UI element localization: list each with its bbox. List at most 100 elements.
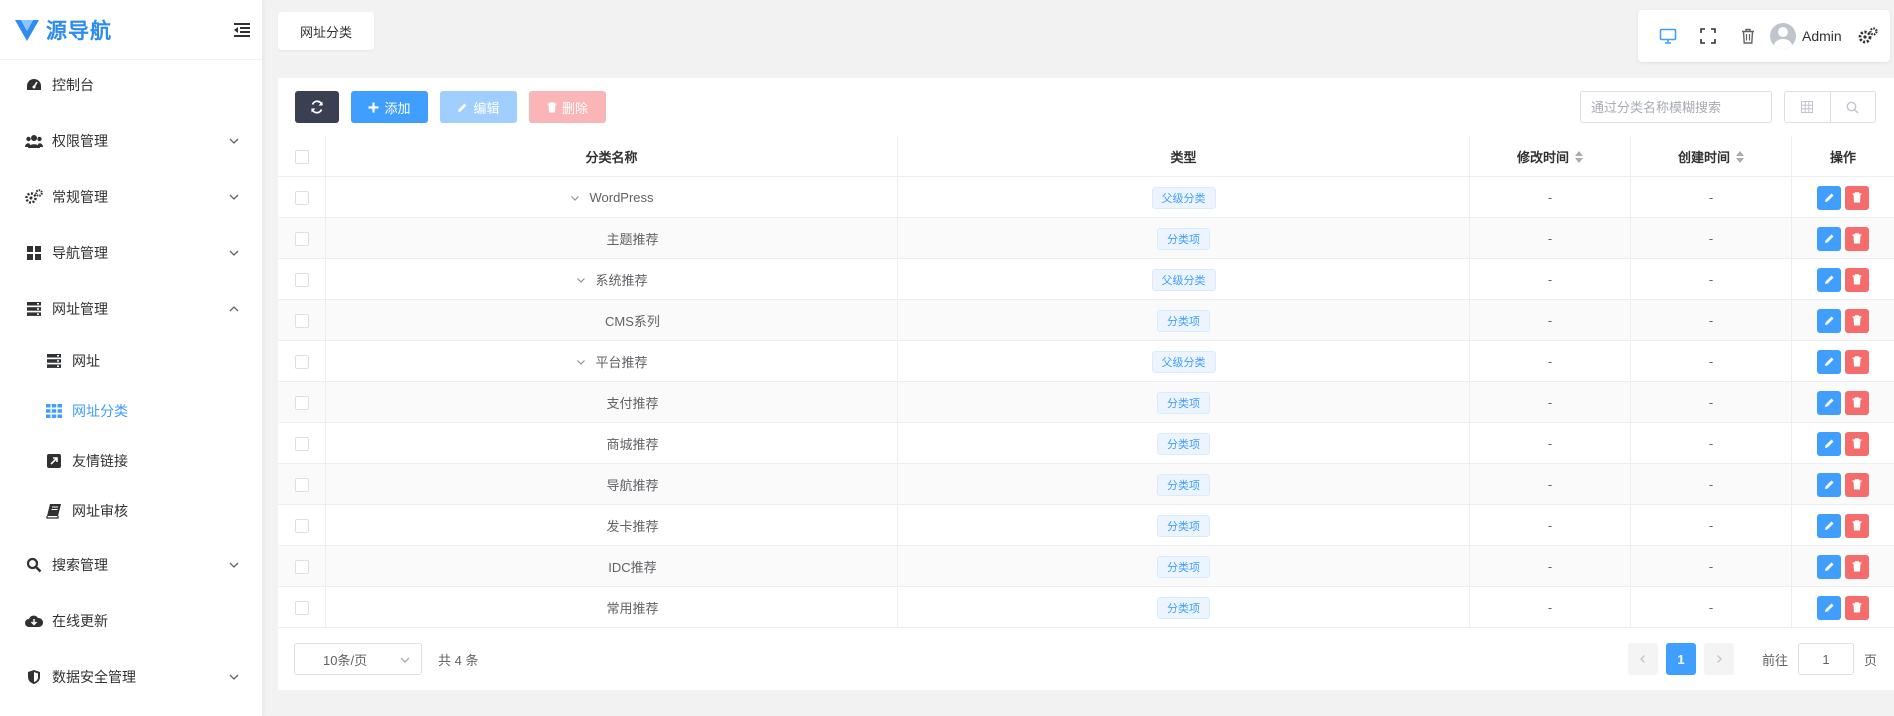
trash-icon bbox=[1852, 561, 1862, 572]
row-delete-button[interactable] bbox=[1845, 513, 1869, 538]
row-checkbox[interactable] bbox=[294, 395, 309, 410]
edit-button[interactable]: 编辑 bbox=[440, 91, 517, 123]
sidebar-item-navigation[interactable]: 导航管理 bbox=[0, 233, 262, 273]
settings-gears-icon[interactable] bbox=[1848, 16, 1888, 56]
sort-icon[interactable] bbox=[1575, 150, 1583, 163]
table-row[interactable]: 发卡推荐 分类项 - - bbox=[278, 505, 1894, 546]
search-icon bbox=[1846, 101, 1859, 113]
table-row[interactable]: 导航推荐 分类项 - - bbox=[278, 464, 1894, 505]
tab-url-categories[interactable]: 网址分类 bbox=[278, 12, 374, 50]
select-cell bbox=[278, 218, 326, 259]
row-edit-button[interactable] bbox=[1817, 595, 1841, 620]
row-delete-button[interactable] bbox=[1845, 349, 1869, 374]
goto-page-input[interactable] bbox=[1798, 643, 1854, 675]
modified-cell: - bbox=[1470, 382, 1631, 423]
category-name: 平台推荐 bbox=[595, 355, 648, 370]
sidebar-item-search-management[interactable]: 搜索管理 bbox=[0, 545, 262, 585]
table-row[interactable]: 常用推荐 分类项 - - bbox=[278, 587, 1894, 628]
chevron-left-icon bbox=[1640, 655, 1645, 663]
add-button[interactable]: 添加 bbox=[351, 91, 428, 123]
delete-button[interactable]: 删除 bbox=[529, 91, 606, 123]
chevron-down-icon[interactable] bbox=[575, 356, 587, 368]
total-count: 共 4 条 bbox=[438, 652, 479, 668]
row-checkbox[interactable] bbox=[294, 272, 309, 287]
row-delete-button[interactable] bbox=[1845, 595, 1869, 620]
select-all-checkbox[interactable] bbox=[294, 149, 309, 164]
row-checkbox[interactable] bbox=[294, 190, 309, 205]
row-checkbox[interactable] bbox=[294, 313, 309, 328]
row-checkbox[interactable] bbox=[294, 559, 309, 574]
table-row[interactable]: 商城推荐 分类项 - - bbox=[278, 423, 1894, 464]
collapse-menu-icon[interactable] bbox=[232, 20, 252, 40]
row-delete-button[interactable] bbox=[1845, 472, 1869, 497]
monitor-icon[interactable] bbox=[1648, 16, 1688, 56]
search-button[interactable] bbox=[1829, 92, 1876, 122]
sidebar-item-label: 网址管理 bbox=[52, 301, 108, 317]
type-cell: 父级分类 bbox=[898, 259, 1470, 300]
row-checkbox[interactable] bbox=[294, 354, 309, 369]
page-size-select[interactable]: 10条/页 bbox=[294, 643, 422, 675]
sidebar-item-url-management[interactable]: 网址管理 bbox=[0, 289, 262, 329]
trash-icon bbox=[1852, 438, 1862, 449]
row-checkbox[interactable] bbox=[294, 477, 309, 492]
row-checkbox[interactable] bbox=[294, 436, 309, 451]
row-checkbox[interactable] bbox=[294, 231, 309, 246]
app-logo[interactable]: 源导航 bbox=[0, 0, 262, 60]
search-input[interactable] bbox=[1580, 91, 1772, 123]
row-delete-button[interactable] bbox=[1845, 267, 1869, 292]
sidebar-item-data-security[interactable]: 数据安全管理 bbox=[0, 657, 262, 697]
row-delete-button[interactable] bbox=[1845, 308, 1869, 333]
row-edit-button[interactable] bbox=[1817, 513, 1841, 538]
table-row[interactable]: WordPress 父级分类 - - bbox=[278, 177, 1894, 218]
table-row[interactable]: CMS系列 分类项 - - bbox=[278, 300, 1894, 341]
row-delete-button[interactable] bbox=[1845, 226, 1869, 251]
trash-icon[interactable] bbox=[1728, 16, 1768, 56]
page-size-value: 10条/页 bbox=[323, 652, 368, 668]
table-row[interactable]: IDC推荐 分类项 - - bbox=[278, 546, 1894, 587]
row-edit-button[interactable] bbox=[1817, 349, 1841, 374]
sidebar-item-urls[interactable]: 网址 bbox=[0, 341, 262, 381]
row-checkbox[interactable] bbox=[294, 518, 309, 533]
refresh-button[interactable] bbox=[295, 91, 339, 123]
sidebar-item-online-update[interactable]: 在线更新 bbox=[0, 601, 262, 641]
user-menu[interactable]: Admin bbox=[1770, 23, 1842, 49]
col-modified[interactable]: 修改时间 bbox=[1470, 136, 1631, 177]
modified-cell: - bbox=[1470, 546, 1631, 587]
sidebar-item-friend-links[interactable]: 友情链接 bbox=[0, 441, 262, 481]
row-delete-button[interactable] bbox=[1845, 185, 1869, 210]
sidebar-item-label: 数据安全管理 bbox=[52, 669, 136, 685]
col-created[interactable]: 创建时间 bbox=[1631, 136, 1792, 177]
chevron-down-icon[interactable] bbox=[575, 274, 587, 286]
row-edit-button[interactable] bbox=[1817, 554, 1841, 579]
sidebar-item-general[interactable]: 常规管理 bbox=[0, 177, 262, 217]
chevron-down-icon bbox=[229, 138, 239, 144]
sidebar-item-dashboard[interactable]: 控制台 bbox=[0, 65, 262, 105]
row-edit-button[interactable] bbox=[1817, 308, 1841, 333]
row-edit-button[interactable] bbox=[1817, 185, 1841, 210]
column-toggle-button[interactable] bbox=[1785, 92, 1830, 122]
row-edit-button[interactable] bbox=[1817, 267, 1841, 292]
actions-cell bbox=[1792, 423, 1894, 464]
table-row[interactable]: 主题推荐 分类项 - - bbox=[278, 218, 1894, 259]
table-row[interactable]: 支付推荐 分类项 - - bbox=[278, 382, 1894, 423]
row-edit-button[interactable] bbox=[1817, 390, 1841, 415]
next-page-button[interactable] bbox=[1704, 643, 1734, 675]
row-edit-button[interactable] bbox=[1817, 226, 1841, 251]
row-delete-button[interactable] bbox=[1845, 390, 1869, 415]
type-cell: 分类项 bbox=[898, 423, 1470, 464]
row-edit-button[interactable] bbox=[1817, 431, 1841, 456]
sidebar-item-permissions[interactable]: 权限管理 bbox=[0, 121, 262, 161]
fullscreen-icon[interactable] bbox=[1688, 16, 1728, 56]
row-checkbox[interactable] bbox=[294, 600, 309, 615]
table-row[interactable]: 平台推荐 父级分类 - - bbox=[278, 341, 1894, 382]
sort-icon[interactable] bbox=[1736, 150, 1744, 163]
row-delete-button[interactable] bbox=[1845, 431, 1869, 456]
page-button-current[interactable]: 1 bbox=[1666, 643, 1696, 675]
row-edit-button[interactable] bbox=[1817, 472, 1841, 497]
sidebar-item-url-review[interactable]: 网址审核 bbox=[0, 491, 262, 531]
sidebar-item-url-categories[interactable]: 网址分类 bbox=[0, 391, 262, 431]
prev-page-button[interactable] bbox=[1628, 643, 1658, 675]
row-delete-button[interactable] bbox=[1845, 554, 1869, 579]
chevron-down-icon[interactable] bbox=[569, 192, 581, 204]
table-row[interactable]: 系统推荐 父级分类 - - bbox=[278, 259, 1894, 300]
